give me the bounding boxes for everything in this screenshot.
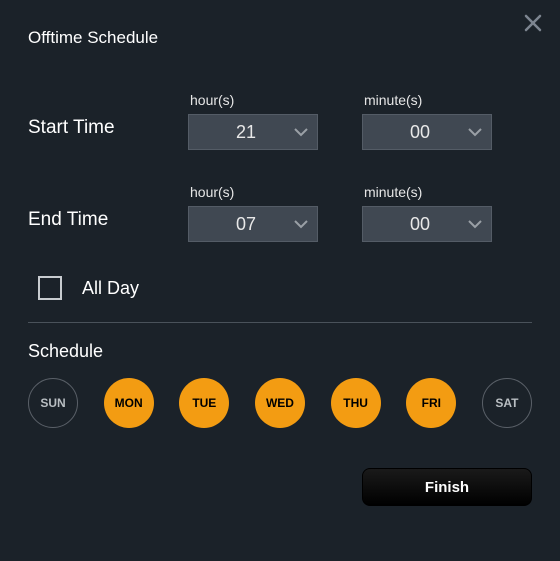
start-hour-value: 21 bbox=[189, 122, 285, 143]
day-sat[interactable]: SAT bbox=[482, 378, 532, 428]
start-minute-dropdown[interactable]: 00 bbox=[362, 114, 492, 150]
chevron-down-icon bbox=[285, 127, 317, 137]
start-time-label: Start Time bbox=[28, 103, 188, 139]
finish-button[interactable]: Finish bbox=[362, 468, 532, 506]
all-day-label: All Day bbox=[82, 278, 139, 299]
start-minute-value: 00 bbox=[363, 122, 459, 143]
start-hour-col: hour(s) 21 bbox=[188, 92, 318, 150]
panel-title: Offtime Schedule bbox=[28, 28, 532, 48]
day-tue[interactable]: TUE bbox=[179, 378, 229, 428]
all-day-checkbox[interactable] bbox=[38, 276, 62, 300]
day-mon[interactable]: MON bbox=[104, 378, 154, 428]
day-thu[interactable]: THU bbox=[331, 378, 381, 428]
end-time-label: End Time bbox=[28, 195, 188, 231]
day-fri[interactable]: FRI bbox=[406, 378, 456, 428]
days-row: SUN MON TUE WED THU FRI SAT bbox=[28, 378, 532, 428]
end-minute-value: 00 bbox=[363, 214, 459, 235]
divider bbox=[28, 322, 532, 323]
day-sun[interactable]: SUN bbox=[28, 378, 78, 428]
end-time-row: End Time hour(s) 07 minute(s) 00 bbox=[28, 184, 532, 242]
start-time-row: Start Time hour(s) 21 minute(s) 00 bbox=[28, 92, 532, 150]
end-hour-value: 07 bbox=[189, 214, 285, 235]
start-minute-col: minute(s) 00 bbox=[362, 92, 492, 150]
footer: Finish bbox=[28, 468, 532, 506]
end-hour-col: hour(s) 07 bbox=[188, 184, 318, 242]
chevron-down-icon bbox=[459, 127, 491, 137]
schedule-label: Schedule bbox=[28, 341, 532, 362]
end-minute-label: minute(s) bbox=[362, 184, 492, 200]
start-minute-label: minute(s) bbox=[362, 92, 492, 108]
end-hour-label: hour(s) bbox=[188, 184, 318, 200]
day-wed[interactable]: WED bbox=[255, 378, 305, 428]
all-day-row: All Day bbox=[38, 276, 532, 300]
chevron-down-icon bbox=[285, 219, 317, 229]
end-hour-dropdown[interactable]: 07 bbox=[188, 206, 318, 242]
offtime-schedule-panel: Offtime Schedule Start Time hour(s) 21 m… bbox=[0, 0, 560, 561]
end-minute-col: minute(s) 00 bbox=[362, 184, 492, 242]
close-icon[interactable] bbox=[524, 14, 542, 32]
chevron-down-icon bbox=[459, 219, 491, 229]
start-hour-dropdown[interactable]: 21 bbox=[188, 114, 318, 150]
start-hour-label: hour(s) bbox=[188, 92, 318, 108]
end-minute-dropdown[interactable]: 00 bbox=[362, 206, 492, 242]
